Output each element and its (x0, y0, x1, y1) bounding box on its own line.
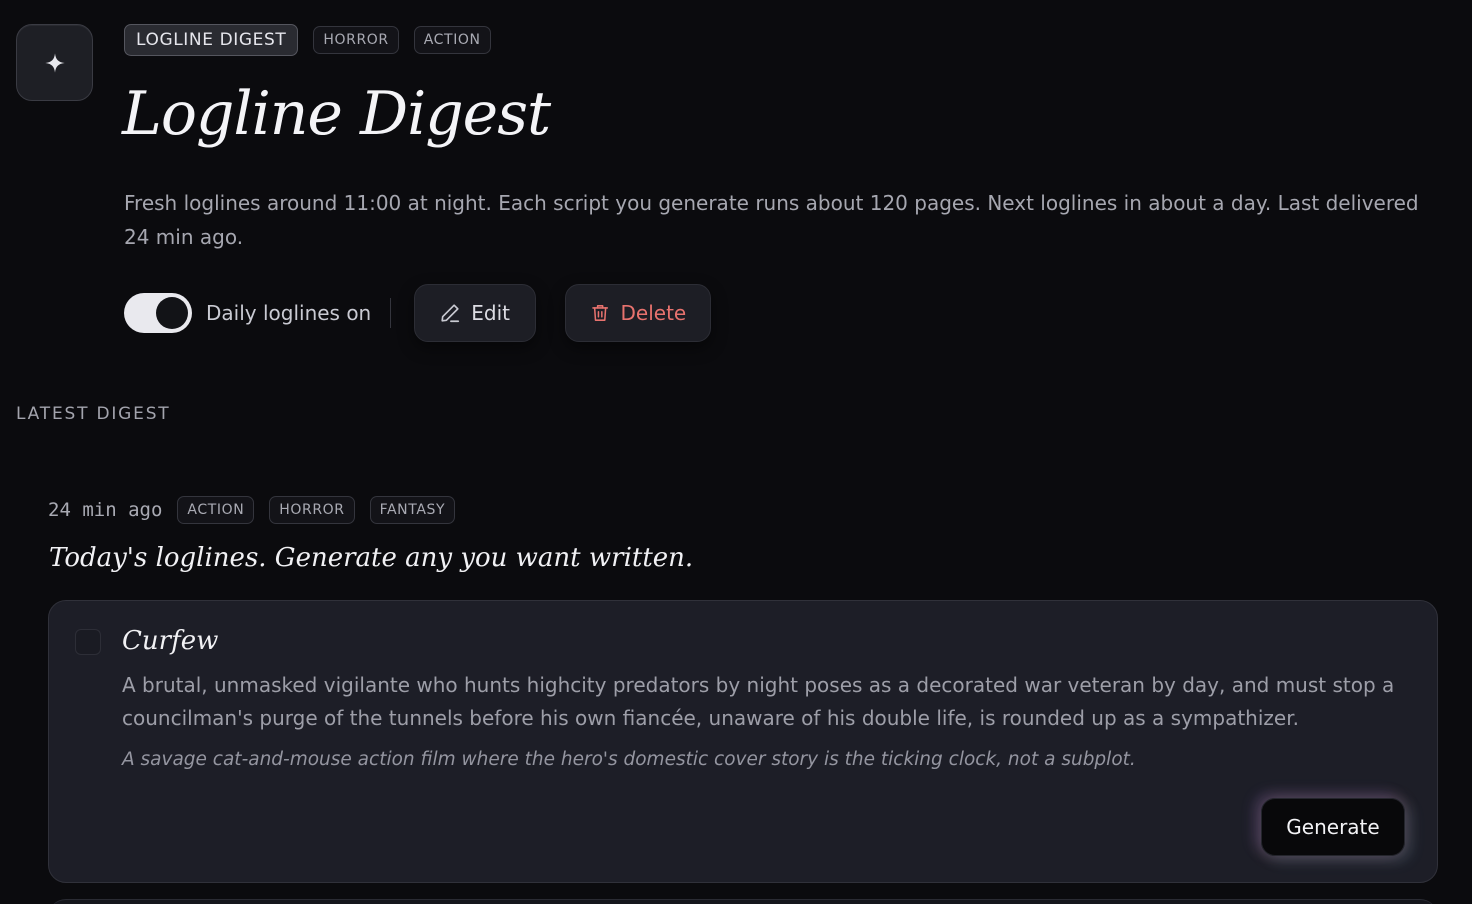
next-logline-card (48, 899, 1438, 904)
toggle-label: Daily loglines on (206, 301, 372, 325)
tag-horror: HORROR (313, 26, 399, 54)
latest-digest-label: LATEST DIGEST (16, 404, 171, 424)
generate-label: Generate (1286, 815, 1380, 839)
tag-action: ACTION (177, 496, 255, 524)
app-icon (16, 24, 93, 101)
tag-logline-digest: LOGLINE DIGEST (124, 24, 299, 56)
edit-label: Edit (471, 301, 510, 325)
tag-action: ACTION (413, 26, 491, 54)
logline-digest-page: LOGLINE DIGEST HORROR ACTION Logline Dig… (0, 0, 1472, 904)
tag-fantasy: FANTASY (369, 496, 456, 524)
page-title: Logline Digest (122, 79, 551, 149)
generate-button[interactable]: Generate (1261, 798, 1405, 856)
logline-text: A brutal, unmasked vigilante who hunts h… (122, 673, 1395, 730)
controls-divider (390, 298, 392, 328)
digest-controls: Daily loglines on Edit Delete (124, 284, 712, 342)
digest-meta: 24 min ago ACTION HORROR FANTASY (48, 496, 456, 524)
logline-select-checkbox[interactable] (75, 629, 101, 655)
digest-timestamp: 24 min ago (48, 499, 163, 521)
page-description: Fresh loglines around 11:00 at night. Ea… (124, 191, 1419, 249)
delete-button[interactable]: Delete (565, 284, 712, 342)
edit-button[interactable]: Edit (414, 284, 537, 342)
toggle-knob (156, 297, 188, 329)
logline-card: Curfew A brutal, unmasked vigilante who … (48, 600, 1438, 883)
digest-heading: Today's loglines. Generate any you want … (49, 543, 694, 573)
logline-note: A savage cat-and-mouse action film where… (122, 749, 1136, 770)
logline-title: Curfew (122, 626, 219, 656)
pencil-icon (441, 304, 460, 323)
delete-label: Delete (620, 301, 687, 325)
sparkle-icon (44, 52, 65, 73)
daily-loglines-toggle[interactable] (124, 293, 192, 333)
header-tags: LOGLINE DIGEST HORROR ACTION (124, 24, 491, 56)
tag-horror: HORROR (269, 496, 355, 524)
trash-icon (592, 305, 609, 321)
